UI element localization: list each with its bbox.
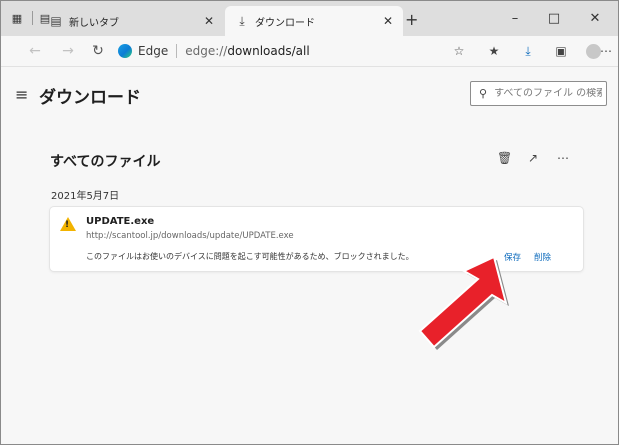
add-favorite-icon[interactable]: ☆ (450, 42, 468, 60)
url-scheme: edge:// (185, 44, 228, 58)
address-bar[interactable]: Edge edge://downloads/all (118, 39, 438, 63)
favorites-icon[interactable]: ★ (485, 42, 503, 60)
close-tab-icon[interactable]: ✕ (383, 14, 393, 28)
page-title: ダウンロード (39, 88, 141, 108)
close-tab-icon[interactable]: ✕ (204, 14, 214, 28)
url-path: downloads/all (227, 44, 310, 58)
warning-mark: ! (65, 220, 70, 230)
close-window-button[interactable]: ✕ (581, 7, 609, 29)
divider (32, 11, 33, 25)
tab-actions-icon[interactable]: ▦ (9, 10, 25, 26)
address-toolbar: ← → ↻ Edge edge://downloads/all ☆ ★ ⤓ ▣ … (1, 36, 618, 66)
more-menu-icon[interactable]: ⋯ (597, 42, 615, 60)
tab-new-tab[interactable]: ▤ 新しいタブ ✕ (41, 6, 224, 36)
more-options-icon[interactable]: ⋯ (557, 151, 569, 165)
browser-window: ▦ ▤ ▤ 新しいタブ ✕ ⤓ ダウンロード ✕ + – □ ✕ ← → ↻ E… (0, 0, 619, 445)
search-icon: ⚲ (479, 87, 488, 100)
url-text: edge://downloads/all (185, 44, 309, 58)
new-tab-icon: ▤ (50, 14, 62, 28)
file-url[interactable]: http://scantool.jp/downloads/update/UPDA… (86, 231, 294, 241)
date-group-label: 2021年5月7日 (51, 191, 120, 202)
callout-arrow (418, 255, 509, 350)
tab-label: ダウンロード (255, 17, 315, 29)
maximize-button[interactable]: □ (540, 7, 568, 29)
tab-label: 新しいタブ (69, 17, 119, 29)
file-name[interactable]: UPDATE.exe (86, 216, 154, 227)
download-icon: ⤓ (239, 13, 245, 28)
search-box[interactable]: ⚲ (470, 81, 607, 106)
site-brand: Edge (138, 44, 169, 58)
tab-downloads[interactable]: ⤓ ダウンロード ✕ (225, 6, 403, 36)
refresh-button[interactable]: ↻ (88, 41, 108, 61)
tab-strip: ▦ ▤ ▤ 新しいタブ ✕ ⤓ ダウンロード ✕ + – □ ✕ (1, 1, 618, 36)
section-title: すべてのファイル (50, 154, 161, 170)
menu-icon[interactable]: ≡ (15, 85, 28, 104)
divider (176, 44, 178, 58)
back-button[interactable]: ← (25, 41, 45, 61)
blocked-message: このファイルはお使いのデバイスに問題を起こす可能性があるため、ブロックされました… (86, 252, 414, 261)
delete-all-icon[interactable]: 🗑 (497, 151, 512, 165)
downloads-page: ≡ ダウンロード ⚲ すべてのファイル 🗑 ↗ ⋯ 2021年5月7日 ! UP… (1, 66, 618, 444)
new-tab-button[interactable]: + (405, 10, 418, 29)
open-folder-icon[interactable]: ↗ (528, 151, 538, 165)
delete-button[interactable]: 削除 (534, 251, 551, 263)
forward-button[interactable]: → (58, 41, 78, 61)
edge-logo-icon (118, 44, 132, 58)
search-input[interactable] (494, 88, 603, 99)
downloads-icon[interactable]: ⤓ (519, 42, 537, 60)
minimize-button[interactable]: – (501, 7, 529, 29)
collections-icon[interactable]: ▣ (552, 42, 570, 60)
